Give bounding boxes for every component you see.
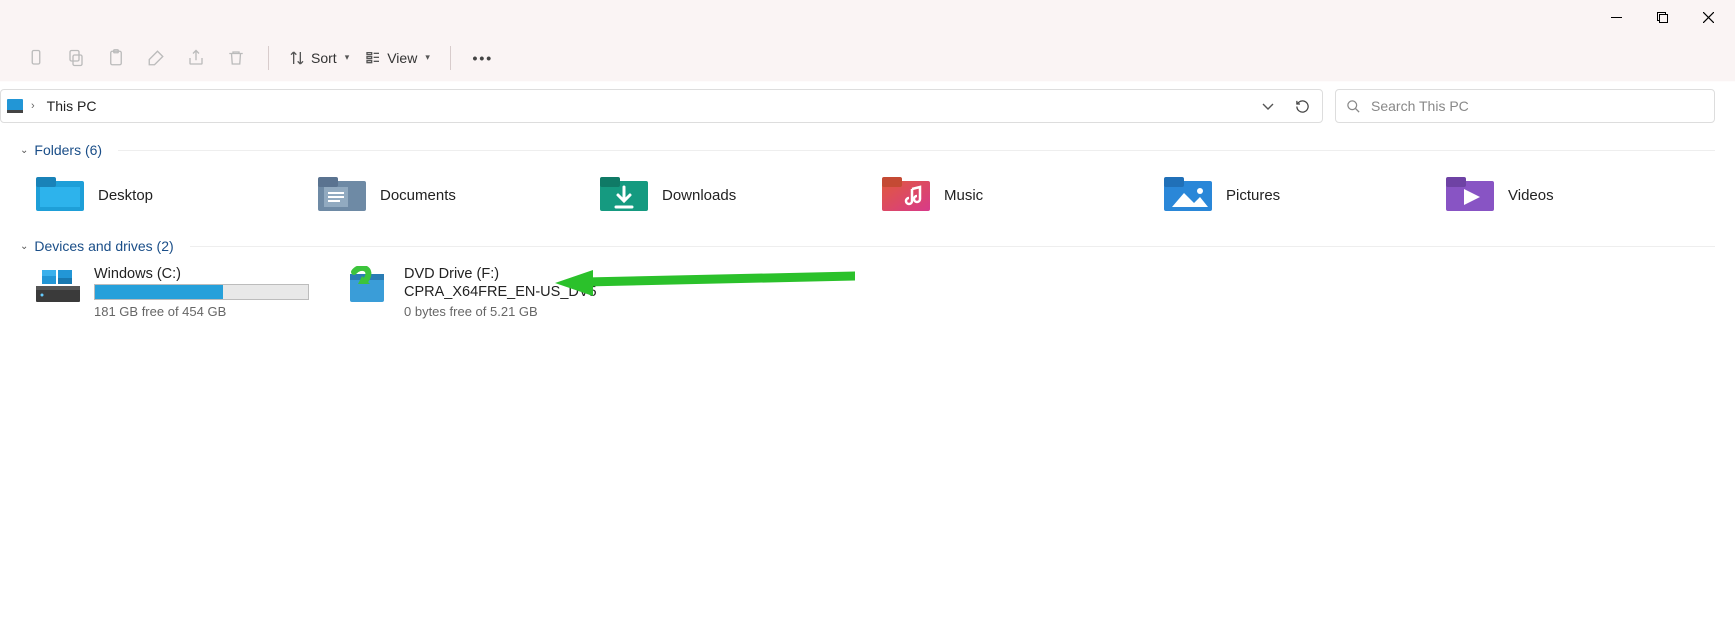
desktop-icon	[36, 175, 84, 215]
search-input[interactable]	[1371, 98, 1704, 114]
navigation-row: › This PC	[0, 82, 1735, 130]
music-icon	[882, 175, 930, 215]
close-button[interactable]	[1685, 0, 1731, 34]
address-history-button[interactable]	[1254, 92, 1282, 120]
drive-info: DVD Drive (F:) CPRA_X64FRE_EN-US_DV5 0 b…	[404, 266, 636, 319]
view-button[interactable]: View ▾	[359, 40, 436, 76]
chevron-right-icon: ›	[29, 100, 37, 112]
content-area: ⌄ Folders (6) Desktop Documents Download…	[0, 130, 1735, 333]
this-pc-icon	[7, 99, 23, 113]
paste-button[interactable]	[98, 40, 134, 76]
command-toolbar: Sort ▾ View ▾ •••	[0, 34, 1735, 82]
titlebar	[0, 0, 1735, 34]
drive-name-line1: DVD Drive (F:)	[404, 266, 636, 282]
folders-group-header[interactable]: ⌄ Folders (6)	[0, 138, 1735, 162]
maximize-button[interactable]	[1639, 0, 1685, 34]
delete-button[interactable]	[218, 40, 254, 76]
search-icon	[1346, 99, 1361, 114]
folders-group-title: Folders (6)	[34, 142, 102, 158]
more-button[interactable]: •••	[465, 40, 501, 76]
divider	[118, 150, 1715, 151]
dvd-icon	[344, 266, 392, 306]
sort-icon	[289, 50, 305, 66]
disk-icon	[34, 266, 82, 306]
address-bar[interactable]: › This PC	[0, 89, 1323, 123]
minimize-button[interactable]	[1593, 0, 1639, 34]
folders-grid: Desktop Documents Downloads Music Pictur…	[0, 162, 1735, 234]
drive-name: Windows (C:)	[94, 266, 326, 282]
chevron-down-icon: ⌄	[20, 145, 28, 156]
chevron-down-icon: ⌄	[20, 241, 28, 252]
sort-label: Sort	[311, 50, 337, 66]
folder-label: Documents	[380, 187, 456, 204]
breadcrumb-this-pc[interactable]: This PC	[43, 96, 101, 116]
drive-name-line2: CPRA_X64FRE_EN-US_DV5	[404, 284, 636, 300]
drives-group-title: Devices and drives (2)	[34, 238, 173, 254]
drive-c[interactable]: Windows (C:) 181 GB free of 454 GB	[30, 262, 330, 323]
folder-music[interactable]: Music	[876, 166, 1158, 224]
chevron-down-icon: ▾	[345, 52, 350, 63]
folder-downloads[interactable]: Downloads	[594, 166, 876, 224]
folder-label: Downloads	[662, 187, 736, 204]
folder-label: Music	[944, 187, 983, 204]
folder-label: Desktop	[98, 187, 153, 204]
downloads-icon	[600, 175, 648, 215]
view-label: View	[387, 50, 417, 66]
share-button[interactable]	[178, 40, 214, 76]
drive-capacity-bar	[94, 284, 309, 300]
separator	[268, 46, 269, 70]
drive-free-text: 0 bytes free of 5.21 GB	[404, 304, 636, 319]
folder-desktop[interactable]: Desktop	[30, 166, 312, 224]
folder-pictures[interactable]: Pictures	[1158, 166, 1440, 224]
folder-videos[interactable]: Videos	[1440, 166, 1722, 224]
separator	[450, 46, 451, 70]
drive-info: Windows (C:) 181 GB free of 454 GB	[94, 266, 326, 319]
folder-documents[interactable]: Documents	[312, 166, 594, 224]
folder-label: Pictures	[1226, 187, 1280, 204]
chevron-down-icon: ▾	[425, 52, 430, 63]
drive-free-text: 181 GB free of 454 GB	[94, 304, 326, 319]
drives-grid: Windows (C:) 181 GB free of 454 GB DVD D…	[0, 258, 1735, 333]
videos-icon	[1446, 175, 1494, 215]
documents-icon	[318, 175, 366, 215]
divider	[190, 246, 1715, 247]
refresh-button[interactable]	[1288, 92, 1316, 120]
search-box[interactable]	[1335, 89, 1715, 123]
copy-button[interactable]	[58, 40, 94, 76]
cut-button[interactable]	[18, 40, 54, 76]
drives-group-header[interactable]: ⌄ Devices and drives (2)	[0, 234, 1735, 258]
drive-f-dvd[interactable]: DVD Drive (F:) CPRA_X64FRE_EN-US_DV5 0 b…	[340, 262, 640, 323]
folder-label: Videos	[1508, 187, 1554, 204]
pictures-icon	[1164, 175, 1212, 215]
sort-button[interactable]: Sort ▾	[283, 40, 355, 76]
rename-button[interactable]	[138, 40, 174, 76]
view-icon	[365, 50, 381, 66]
